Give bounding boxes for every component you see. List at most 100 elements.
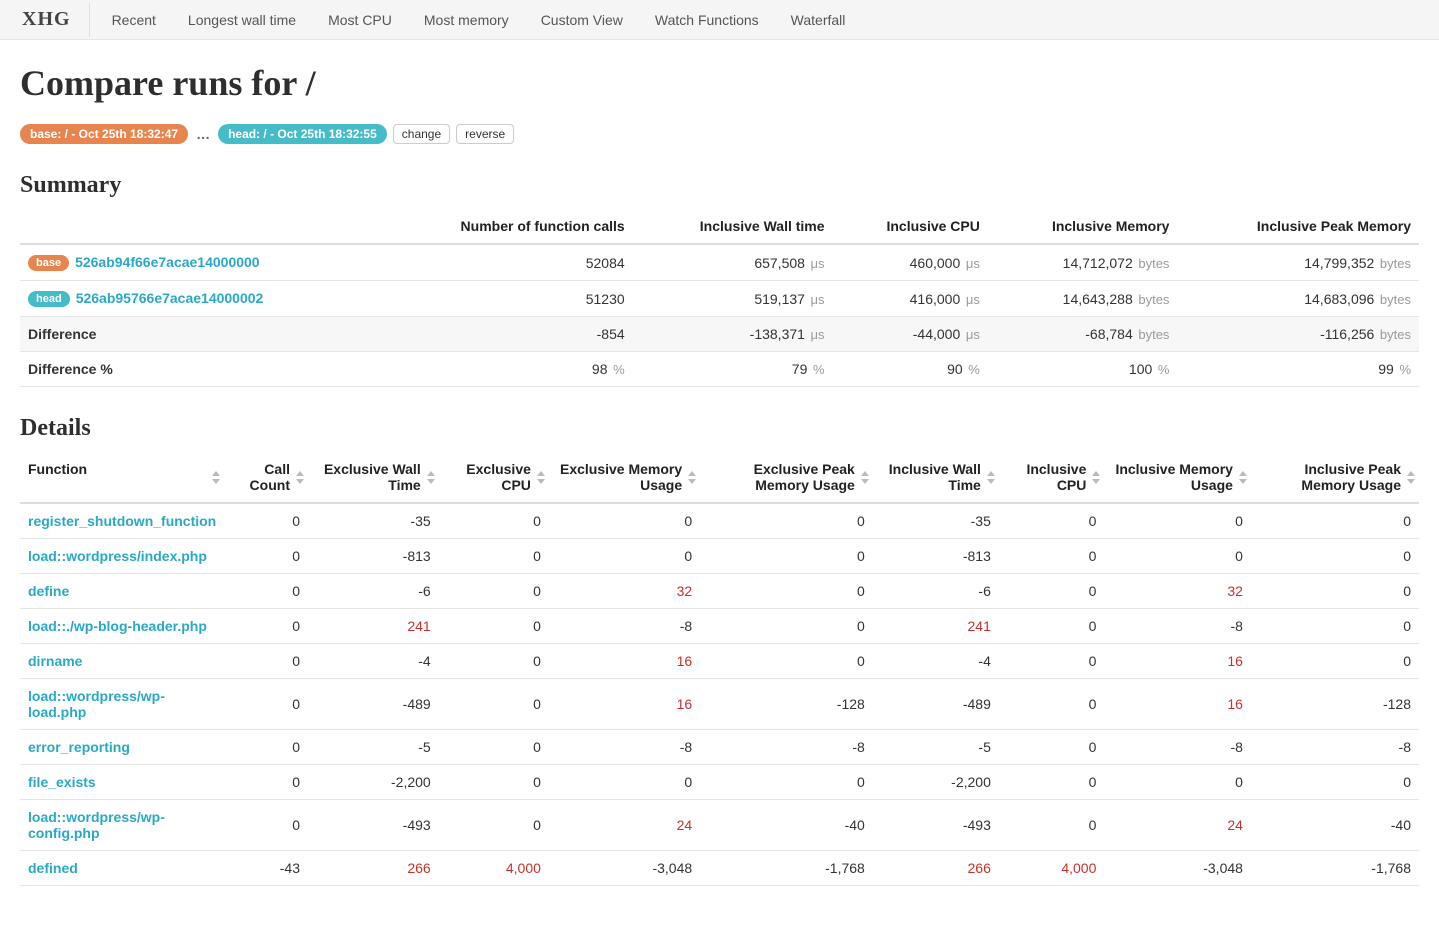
details-col-header[interactable]: Inclusive Memory Usage [1104,452,1251,503]
base-run-pill[interactable]: base: / - Oct 25th 18:32:47 [20,124,188,144]
details-col-header[interactable]: Inclusive Wall Time [873,452,999,503]
function-link[interactable]: error_reporting [28,739,130,755]
metric-cell: 16 [1104,644,1251,679]
reverse-button[interactable]: reverse [456,124,514,144]
page-title: Compare runs for / [20,62,1419,104]
summary-col-header [20,209,377,244]
function-link[interactable]: load::wordpress/index.php [28,548,207,564]
brand-logo[interactable]: XHG [12,4,81,35]
function-link[interactable]: defined [28,860,78,876]
function-link[interactable]: file_exists [28,774,96,790]
base-hash-link[interactable]: 526ab94f66e7acae14000000 [75,254,260,270]
nav-item-custom-view[interactable]: Custom View [525,2,639,38]
nav-item-most-memory[interactable]: Most memory [408,2,525,38]
metric-cell: 0 [1251,609,1419,644]
metric-cell: 0 [999,679,1105,730]
metric-cell: -40 [1251,800,1419,851]
head-badge: head [28,291,70,307]
metric-cell: -813 [308,539,439,574]
metric-cell: -813 [873,539,999,574]
metric-cell: 0 [999,574,1105,609]
nav-item-waterfall[interactable]: Waterfall [775,2,862,38]
head-hash-link[interactable]: 526ab95766e7acae14000002 [76,290,264,306]
details-col-header[interactable]: Function [20,452,224,503]
metric-cell: -489 [873,679,999,730]
metric-cell: 0 [700,765,873,800]
metric-cell: 0 [439,503,549,539]
summary-table: Number of function callsInclusive Wall t… [20,209,1419,387]
metric-cell: -8 [1104,609,1251,644]
metric-cell: 16 [549,644,700,679]
metric-cell: 0 [700,609,873,644]
metric-cell: -2,200 [308,765,439,800]
metric-cell: -5 [308,730,439,765]
summary-row-difference-pct: Difference %98 %79 %90 %100 %99 % [20,352,1419,387]
metric-cell: -5 [873,730,999,765]
metric-cell: -4 [308,644,439,679]
metric-cell: -493 [308,800,439,851]
function-link[interactable]: dirname [28,653,82,669]
details-col-header[interactable]: Exclusive Memory Usage [549,452,700,503]
brand-divider [89,3,90,37]
function-cell: define [20,574,224,609]
summary-cell: 416,000 μs [833,281,988,317]
function-link[interactable]: load::wordpress/wp-load.php [28,688,165,720]
summary-cell: -854 [377,317,633,352]
metric-cell: 0 [999,539,1105,574]
metric-cell: 0 [999,765,1105,800]
details-col-header[interactable]: Inclusive Peak Memory Usage [1251,452,1419,503]
metric-cell: 0 [224,800,308,851]
navbar: XHG RecentLongest wall timeMost CPUMost … [0,0,1439,40]
metric-cell: 0 [1251,503,1419,539]
details-col-header[interactable]: Call Count [224,452,308,503]
summary-cell: -44,000 μs [833,317,988,352]
summary-cell: 657,508 μs [633,244,833,281]
details-col-header[interactable]: Exclusive Wall Time [308,452,439,503]
nav-item-recent[interactable]: Recent [96,2,172,38]
metric-cell: 24 [1104,800,1251,851]
summary-row-label: Difference [20,317,377,352]
table-row: file_exists0-2,200000-2,200000 [20,765,1419,800]
metric-cell: 0 [439,800,549,851]
function-link[interactable]: load::wordpress/wp-config.php [28,809,165,841]
nav-item-watch-functions[interactable]: Watch Functions [639,2,775,38]
metric-cell: -8 [1251,730,1419,765]
summary-cell: 14,683,096 bytes [1177,281,1419,317]
summary-cell: 14,712,072 bytes [988,244,1178,281]
pill-ellipsis: … [194,126,212,142]
run-pill-row: base: / - Oct 25th 18:32:47 … head: / - … [20,124,1419,144]
metric-cell: -40 [700,800,873,851]
metric-cell: 0 [439,644,549,679]
metric-cell: -489 [308,679,439,730]
nav-item-most-cpu[interactable]: Most CPU [312,2,408,38]
metric-cell: 4,000 [439,851,549,886]
metric-cell: -8 [549,609,700,644]
metric-cell: 0 [1104,503,1251,539]
metric-cell: 0 [224,679,308,730]
summary-col-header: Inclusive Peak Memory [1177,209,1419,244]
metric-cell: -2,200 [873,765,999,800]
metric-cell: 32 [1104,574,1251,609]
function-cell: load::./wp-blog-header.php [20,609,224,644]
metric-cell: 266 [308,851,439,886]
content: Compare runs for / base: / - Oct 25th 18… [0,40,1439,926]
function-cell: dirname [20,644,224,679]
details-col-header[interactable]: Exclusive Peak Memory Usage [700,452,873,503]
details-col-header[interactable]: Exclusive CPU [439,452,549,503]
metric-cell: 0 [439,574,549,609]
nav-item-longest-wall-time[interactable]: Longest wall time [172,2,312,38]
details-col-header[interactable]: Inclusive CPU [999,452,1105,503]
function-link[interactable]: define [28,583,69,599]
head-run-pill[interactable]: head: / - Oct 25th 18:32:55 [218,124,387,144]
metric-cell: -6 [308,574,439,609]
metric-cell: 0 [999,503,1105,539]
metric-cell: -493 [873,800,999,851]
function-link[interactable]: load::./wp-blog-header.php [28,618,207,634]
change-button[interactable]: change [393,124,450,144]
metric-cell: 241 [308,609,439,644]
nav-items: RecentLongest wall timeMost CPUMost memo… [96,2,862,38]
table-row: load::wordpress/index.php0-813000-813000 [20,539,1419,574]
metric-cell: -8 [700,730,873,765]
function-cell: error_reporting [20,730,224,765]
function-link[interactable]: register_shutdown_function [28,513,216,529]
